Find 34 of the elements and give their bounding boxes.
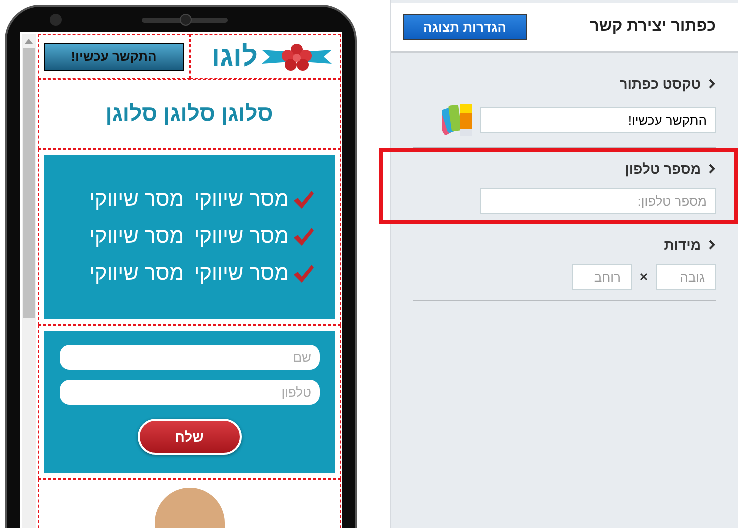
send-button[interactable]: שלח: [138, 419, 242, 455]
logo-text: לוגו: [212, 40, 258, 72]
color-palette-icon[interactable]: [442, 103, 474, 137]
marketing-message: מסר שיווקי: [194, 262, 289, 286]
section-label: מידות: [664, 237, 701, 253]
marketing-message: מסר שיווקי: [194, 225, 289, 249]
form-input-field[interactable]: טלפון: [60, 380, 320, 405]
marketing-message: מסר שיווקי: [89, 262, 184, 286]
scrollbar[interactable]: [22, 34, 36, 528]
width-input-field[interactable]: רוחב: [572, 264, 632, 290]
checkmark-icon: [293, 190, 315, 210]
chevron-icon[interactable]: [709, 240, 716, 250]
text-input-field[interactable]: התקשר עכשיו!: [480, 107, 716, 133]
marketing-message: מסר שיווקי: [89, 225, 184, 249]
form-input-field[interactable]: שם: [60, 345, 320, 370]
checkmark-icon: [293, 264, 315, 284]
checkmark-icon: [293, 227, 315, 247]
scrollbar-thumb[interactable]: [23, 48, 35, 318]
call-now-button[interactable]: התקשר עכשיו!: [44, 42, 184, 70]
times-icon: [640, 273, 648, 281]
section-label: מספר טלפון: [625, 161, 701, 177]
marketing-message: מסר שיווקי: [89, 188, 184, 212]
chevron-icon[interactable]: [709, 164, 716, 174]
ribbon-flower-icon: [262, 42, 332, 72]
height-input-field[interactable]: גובה: [656, 264, 716, 290]
panel-title: כפתור יצירת קשר: [590, 18, 716, 36]
marketing-message: מסר שיווקי: [194, 188, 289, 212]
display-settings-button[interactable]: הגדרות תצוגה: [403, 14, 527, 40]
scroll-up-icon[interactable]: [24, 38, 34, 44]
section-label: טקסט כפתור: [620, 76, 701, 92]
text-input-field[interactable]: מספר טלפון:: [480, 188, 716, 214]
chevron-icon[interactable]: [709, 79, 716, 89]
camera-icon: [50, 14, 62, 26]
slogan-text: סלוגן סלוגן סלוגן: [106, 101, 274, 127]
